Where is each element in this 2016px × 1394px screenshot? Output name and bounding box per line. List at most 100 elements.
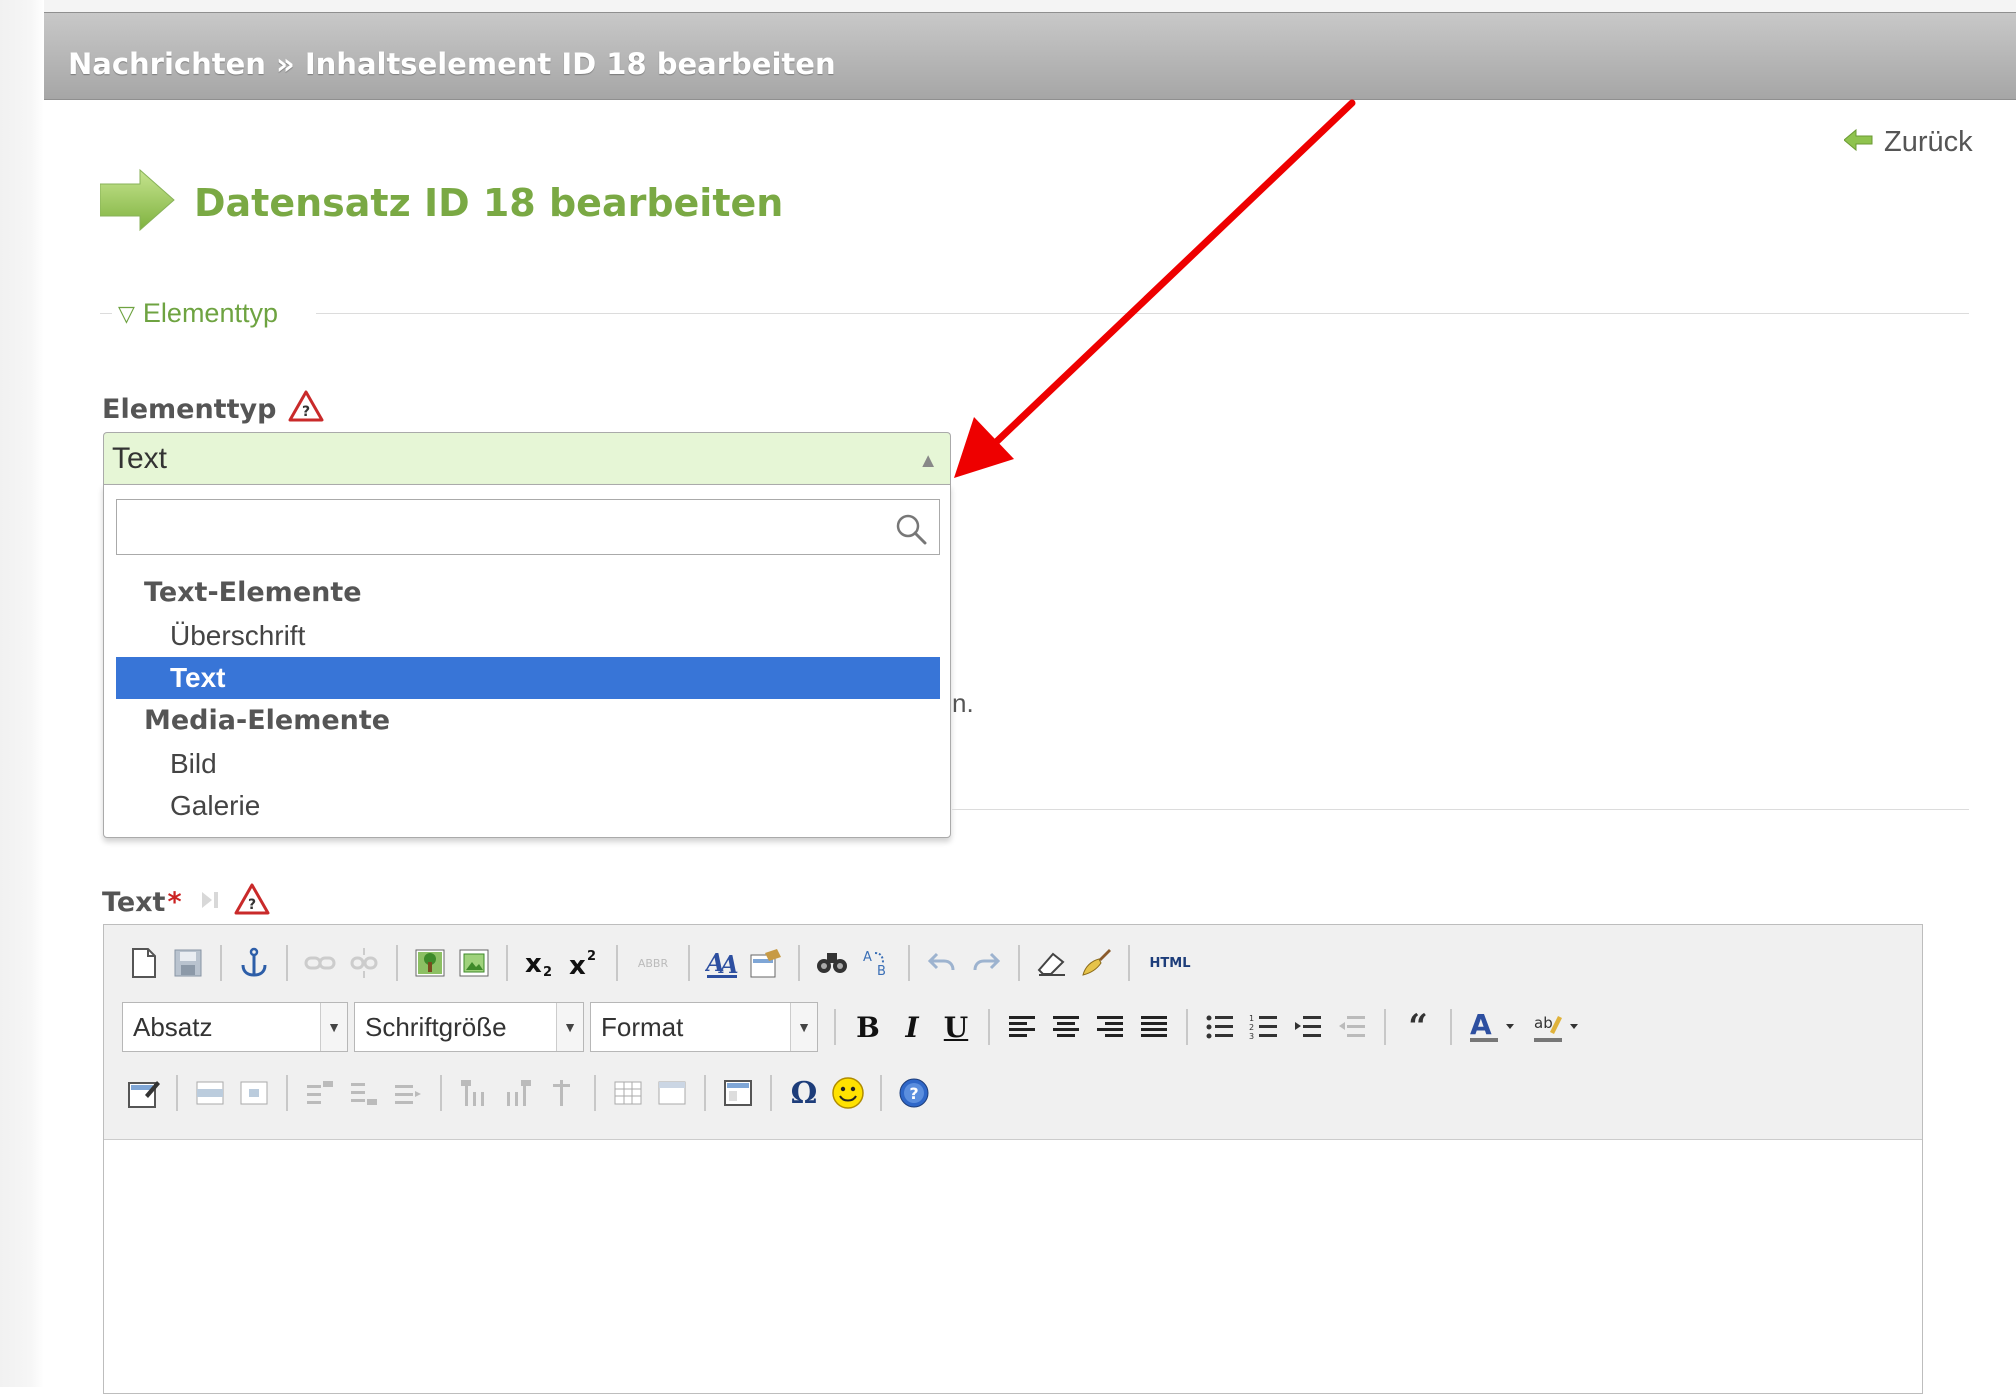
occluded-text-tail: n. (952, 688, 974, 718)
warning-help-icon[interactable]: ? (234, 883, 270, 922)
toolbar-row-1: x2 x2 ABBR AA AB HTML (122, 937, 1200, 989)
svg-text:ab: ab (1534, 1014, 1553, 1032)
chevron-down-icon: ▼ (556, 1003, 583, 1051)
cleanup-brush-icon[interactable] (1079, 946, 1113, 980)
option-gallery[interactable]: Galerie (116, 785, 940, 827)
split-cells-icon[interactable] (611, 1076, 645, 1110)
eraser-icon[interactable] (1035, 946, 1069, 980)
toolbar-separator (908, 945, 910, 981)
special-characters-label: Ω (790, 1075, 818, 1111)
merge-cells-icon[interactable] (655, 1076, 689, 1110)
dropdown-search-box[interactable] (116, 499, 940, 555)
align-justify-icon[interactable] (1137, 1010, 1171, 1044)
table-row-props-icon[interactable] (193, 1076, 227, 1110)
align-center-icon[interactable] (1049, 1010, 1083, 1044)
record-heading-title: Datensatz ID 18 bearbeiten (194, 180, 784, 225)
blockquote-button[interactable]: “ (1401, 1010, 1435, 1044)
element-type-label: Elementtyp ? (102, 390, 324, 429)
insert-row-before-icon[interactable] (303, 1076, 337, 1110)
back-link[interactable]: Zurück (1843, 126, 1973, 159)
html-source-button[interactable]: HTML (1145, 946, 1195, 980)
option-heading[interactable]: Überschrift (116, 615, 940, 657)
toolbar-row-2: Absatz ▼ Schriftgröße ▼ Format ▼ B I U 1… (122, 1001, 1590, 1053)
insert-row-after-icon[interactable] (347, 1076, 381, 1110)
format-value: Format (601, 1011, 684, 1042)
save-icon[interactable] (171, 946, 205, 980)
italic-button[interactable]: I (895, 1010, 929, 1044)
toolbar-separator (834, 1009, 836, 1045)
numbered-list-icon[interactable]: 123 (1247, 1010, 1281, 1044)
svg-text:2: 2 (1249, 1023, 1254, 1032)
paragraph-format-combo[interactable]: Absatz ▼ (122, 1002, 348, 1052)
underline-button[interactable]: U (939, 1010, 973, 1044)
redo-icon[interactable] (969, 946, 1003, 980)
dropdown-search-input[interactable] (123, 506, 887, 550)
align-right-icon[interactable] (1093, 1010, 1127, 1044)
fieldset-legend[interactable]: ▽ Elementtyp (112, 298, 284, 329)
svg-text:?: ? (248, 897, 256, 913)
image-manager-icon[interactable] (457, 946, 491, 980)
svg-text:A: A (1470, 1010, 1492, 1041)
toolbar-separator (396, 945, 398, 981)
anchor-icon[interactable] (237, 946, 271, 980)
back-arrow-icon (1843, 128, 1874, 157)
smiley-icon[interactable] (831, 1076, 865, 1110)
svg-text:2: 2 (543, 965, 552, 978)
toggle-editor-icon[interactable] (200, 887, 224, 918)
outdent-icon[interactable] (1335, 1010, 1369, 1044)
indent-icon[interactable] (1291, 1010, 1325, 1044)
insert-image-icon[interactable] (413, 946, 447, 980)
subscript-icon[interactable]: x2 (523, 946, 557, 980)
svg-text:1: 1 (1249, 1014, 1254, 1023)
replace-icon[interactable]: AB (859, 946, 893, 980)
font-size-combo[interactable]: Schriftgröße ▼ (354, 1002, 584, 1052)
abbreviation-button[interactable]: ABBR (633, 946, 673, 980)
element-type-select[interactable]: Text ▲ (103, 432, 951, 484)
styles-icon[interactable]: AA (705, 946, 739, 980)
triangle-down-icon: ▽ (118, 300, 135, 326)
toolbar-separator (286, 1075, 288, 1111)
toolbar-row-3: Ω ? (122, 1067, 936, 1119)
highlight-color-icon[interactable]: ab (1531, 1010, 1585, 1044)
text-field-label-text: Text (102, 887, 166, 918)
delete-row-icon[interactable] (391, 1076, 425, 1110)
page-top-strip (0, 0, 2016, 12)
toolbar-separator (1018, 945, 1020, 981)
delete-col-icon[interactable] (545, 1076, 579, 1110)
back-link-label: Zurück (1884, 126, 1973, 158)
option-image[interactable]: Bild (116, 743, 940, 785)
toolbar-separator (286, 945, 288, 981)
undo-icon[interactable] (925, 946, 959, 980)
table-cell-props-icon[interactable] (237, 1076, 271, 1110)
editor-content-area[interactable] (104, 1140, 1922, 1393)
new-document-icon[interactable] (127, 946, 161, 980)
special-characters-button[interactable]: Ω (787, 1075, 821, 1111)
help-icon[interactable]: ? (897, 1076, 931, 1110)
find-icon[interactable] (815, 946, 849, 980)
html-source-label: HTML (1149, 955, 1191, 971)
page-title: Nachrichten » Inhaltselement ID 18 bearb… (68, 47, 836, 81)
warning-help-icon[interactable]: ? (288, 390, 324, 429)
option-text-selected[interactable]: Text (116, 657, 940, 699)
toolbar-separator (798, 945, 800, 981)
text-color-icon[interactable]: A (1467, 1010, 1521, 1044)
toolbar-separator (1450, 1009, 1452, 1045)
fieldset-bottom-line (952, 809, 1969, 810)
template-icon[interactable] (749, 946, 783, 980)
bold-button[interactable]: B (851, 1010, 885, 1044)
element-type-label-text: Elementtyp (102, 394, 277, 425)
insert-col-before-icon[interactable] (457, 1076, 491, 1110)
superscript-icon[interactable]: x2 (567, 946, 601, 980)
insert-col-after-icon[interactable] (501, 1076, 535, 1110)
edit-table-icon[interactable] (127, 1076, 161, 1110)
svg-text:?: ? (909, 1084, 918, 1103)
unlink-icon[interactable] (347, 946, 381, 980)
toolbar-separator (440, 1075, 442, 1111)
table-icon[interactable] (721, 1076, 755, 1110)
svg-text:x: x (525, 949, 542, 978)
link-icon[interactable] (303, 946, 337, 980)
toolbar-separator (176, 1075, 178, 1111)
align-left-icon[interactable] (1005, 1010, 1039, 1044)
format-combo[interactable]: Format ▼ (590, 1002, 818, 1052)
bullet-list-icon[interactable] (1203, 1010, 1237, 1044)
